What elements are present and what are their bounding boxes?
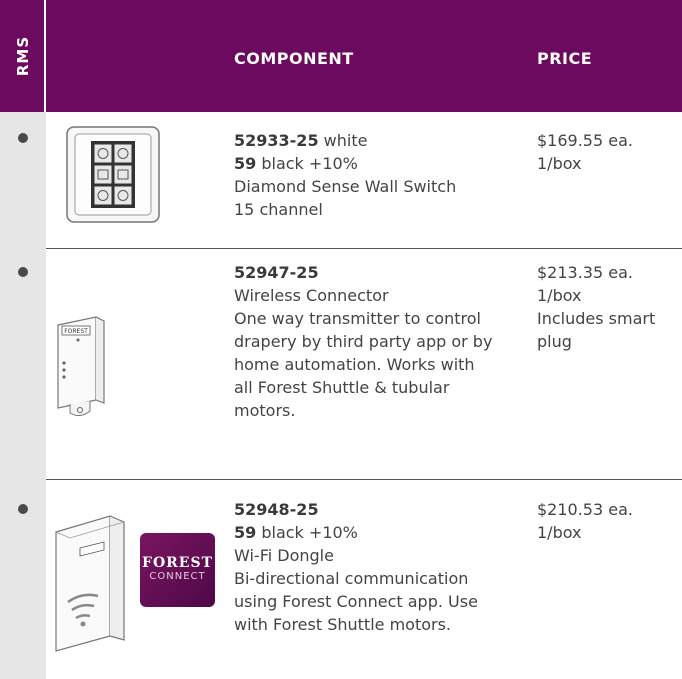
variant-suffix: black +10% [256,523,358,542]
description-line: with Forest Shuttle motors. [234,615,452,634]
description-line: Wireless Connector [234,286,389,305]
price-note: 1/box [537,154,582,173]
description-line: Bi-directional communication [234,569,469,588]
component-cell: 52947-25 Wireless Connector One way tran… [234,261,524,422]
description-line: drapery by third party app or by [234,332,493,351]
product-code: 52947-25 [234,263,319,282]
description-line: all Forest Shuttle & tubular [234,378,450,397]
product-table: RMS COMPONENT PRICE 52933-25 white 59 bl… [0,0,682,679]
component-cell: 52948-25 59 black +10% Wi-Fi Dongle Bi-d… [234,498,524,636]
rms-bullet [18,267,28,277]
price-cell: $210.53 ea. 1/box [537,498,677,544]
variant-code: 59 [234,154,257,173]
product-code: 52948-25 [234,500,319,519]
component-header: COMPONENT [234,49,354,68]
logo-line1: FOREST [142,555,213,571]
rms-bullet [18,504,28,514]
component-cell: 52933-25 white 59 black +10% Diamond Sen… [234,129,524,221]
price-value: $210.53 ea. [537,500,633,519]
wireless-connector-image: FOREST [56,315,118,434]
price-note: 1/box [537,286,582,305]
row-divider [46,479,682,480]
description-line: Wi-Fi Dongle [234,546,334,565]
rms-header-label: RMS [14,35,32,77]
wall-switch-image [66,126,160,227]
variant-suffix: black +10% [256,154,358,173]
price-cell: $213.35 ea. 1/box Includes smart plug [537,261,677,353]
description-line: One way transmitter to control [234,309,481,328]
price-note: Includes smart [537,309,656,328]
forest-connect-logo: FOREST CONNECT [140,533,215,607]
price-note: plug [537,332,572,351]
logo-line2: CONNECT [149,571,206,582]
price-cell: $169.55 ea. 1/box [537,129,677,175]
price-value: $213.35 ea. [537,263,633,282]
rms-header: RMS [0,0,46,112]
price-header: PRICE [537,49,593,68]
rms-bullet [18,133,28,143]
description-line: motors. [234,401,296,420]
price-note: 1/box [537,523,582,542]
product-code-suffix: white [318,131,368,150]
description-line: home automation. Works with [234,355,475,374]
variant-code: 59 [234,523,257,542]
wifi-dongle-image [52,510,134,660]
description-line: Diamond Sense Wall Switch [234,177,457,196]
description-line: using Forest Connect app. Use [234,592,478,611]
device-label: FOREST [64,328,88,335]
price-value: $169.55 ea. [537,131,633,150]
description-line: 15 channel [234,200,323,219]
row-divider [46,248,682,249]
product-code: 52933-25 [234,131,319,150]
